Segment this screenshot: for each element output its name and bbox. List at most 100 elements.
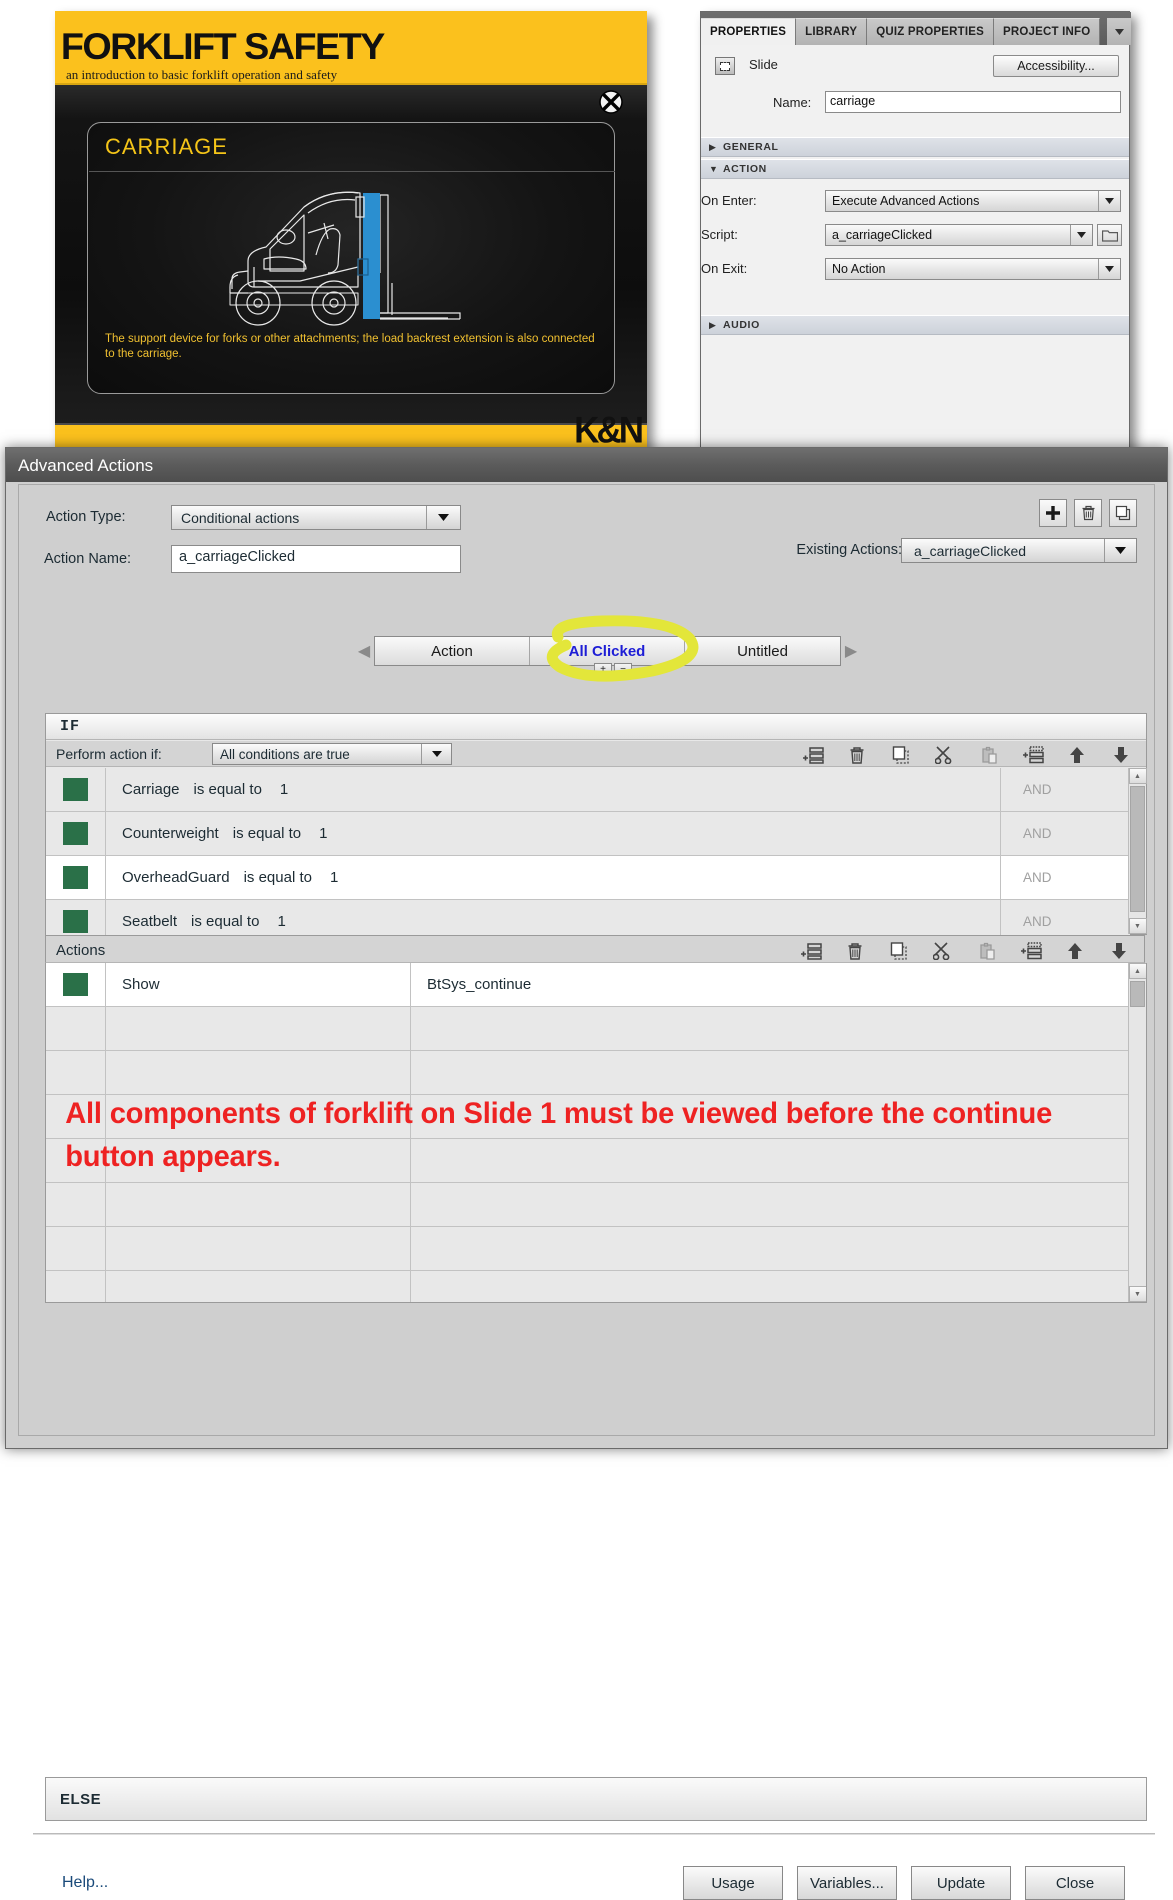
arrow-down-icon[interactable] [1110, 744, 1132, 765]
tab-all-clicked[interactable]: All Clicked [530, 637, 685, 665]
usage-button[interactable]: Usage [683, 1866, 783, 1900]
perform-action-if-value: All conditions are true [220, 746, 350, 762]
condition-variable: OverheadGuard [122, 869, 230, 886]
trash-icon[interactable] [846, 744, 868, 765]
scrollbar-thumb[interactable] [1130, 981, 1145, 1007]
table-row[interactable] [46, 1051, 1146, 1095]
on-enter-select[interactable]: Execute Advanced Actions [825, 190, 1121, 212]
chevron-down-icon[interactable] [1107, 18, 1131, 45]
table-row[interactable] [46, 1183, 1146, 1227]
chevron-down-icon[interactable] [426, 506, 460, 529]
condition-value: 1 [279, 781, 289, 798]
add-action-button[interactable] [1039, 499, 1067, 527]
script-select[interactable]: a_carriageClicked [825, 224, 1093, 246]
slide-name-input[interactable]: carriage [825, 91, 1121, 113]
add-row-icon[interactable] [800, 940, 822, 961]
action-type-select[interactable]: Conditional actions [171, 505, 461, 530]
properties-panel-body: Slide Accessibility... Name: carriage ▶ … [701, 45, 1129, 470]
tab-quiz-properties[interactable]: QUIZ PROPERTIES [867, 18, 995, 45]
table-row[interactable]: Show BtSys_continue [46, 963, 1146, 1007]
trash-icon[interactable] [844, 940, 866, 961]
insert-row-icon[interactable] [1022, 744, 1044, 765]
if-label: IF [60, 718, 81, 735]
remove-tab-button[interactable]: − [614, 663, 632, 677]
scroll-down-button[interactable]: ▼ [1128, 918, 1147, 934]
action-target [411, 1051, 1146, 1094]
advanced-actions-dialog: Advanced Actions Action Type: Conditiona… [5, 447, 1168, 1900]
paste-icon[interactable] [978, 744, 1000, 765]
perform-action-if-select[interactable]: All conditions are true [212, 743, 452, 765]
chevron-down-icon[interactable] [1098, 191, 1120, 211]
tab-library[interactable]: LIBRARY [796, 18, 868, 45]
close-x-icon[interactable] [598, 89, 624, 115]
conditions-scrollbar[interactable]: ▲ ▼ [1128, 768, 1147, 934]
on-enter-row: On Enter: Execute Advanced Actions [701, 190, 1129, 213]
section-action[interactable]: ▼ ACTION [701, 159, 1129, 179]
add-tab-button[interactable]: + [594, 663, 612, 677]
slide-object-row: Slide Accessibility... [701, 55, 1129, 85]
table-row[interactable]: OverheadGuard is equal to 1 AND [46, 856, 1130, 900]
chevron-left-icon[interactable]: ◀ [354, 641, 374, 661]
table-row[interactable] [46, 1007, 1146, 1051]
copy-icon[interactable] [890, 744, 912, 765]
condition-value: 1 [319, 825, 328, 842]
insert-row-icon[interactable] [1020, 940, 1042, 961]
scissors-icon[interactable] [934, 744, 956, 765]
help-link[interactable]: Help... [62, 1874, 108, 1892]
duplicate-action-button[interactable] [1109, 499, 1137, 527]
table-row[interactable]: Carriage is equal to 1 AND [46, 768, 1130, 812]
on-enter-value: Execute Advanced Actions [832, 194, 980, 208]
slide-name-row: Name: carriage [701, 91, 1129, 117]
on-exit-select[interactable]: No Action [825, 258, 1121, 280]
chevron-down-icon[interactable] [421, 744, 451, 764]
add-row-icon[interactable] [802, 744, 824, 765]
chevron-down-icon[interactable] [1098, 259, 1120, 279]
variables-button[interactable]: Variables... [797, 1866, 897, 1900]
update-button[interactable]: Update [911, 1866, 1011, 1900]
scroll-up-button[interactable]: ▲ [1128, 768, 1147, 784]
action-status-cell [46, 1183, 106, 1226]
tab-project-info[interactable]: PROJECT INFO [994, 18, 1101, 45]
folder-icon[interactable] [1097, 224, 1122, 246]
scrollbar-thumb[interactable] [1130, 786, 1145, 912]
tab-action[interactable]: Action [375, 637, 530, 665]
actions-scrollbar[interactable]: ▲ ▼ [1128, 963, 1146, 1302]
table-row[interactable] [46, 1271, 1146, 1302]
chevron-right-icon[interactable]: ▶ [841, 641, 861, 661]
existing-actions-label: Existing Actions: [796, 542, 902, 558]
close-button[interactable]: Close [1025, 1866, 1125, 1900]
existing-actions-select[interactable]: a_carriageClicked [901, 538, 1137, 563]
table-row[interactable] [46, 1227, 1146, 1271]
advanced-actions-titlebar[interactable]: Advanced Actions [6, 448, 1167, 482]
chevron-down-icon[interactable] [1104, 539, 1136, 562]
section-general[interactable]: ▶ GENERAL [701, 137, 1129, 157]
action-target [411, 1183, 1146, 1226]
action-target: BtSys_continue [427, 976, 532, 993]
arrow-up-icon[interactable] [1064, 940, 1086, 961]
on-exit-value: No Action [832, 262, 886, 276]
condition-operator: is equal to [232, 825, 302, 842]
condition-tool-icons [802, 744, 1132, 765]
chevron-down-icon[interactable] [1070, 225, 1092, 245]
action-name-input[interactable]: a_carriageClicked [171, 545, 461, 573]
action-target [411, 1271, 1146, 1302]
scroll-down-button[interactable]: ▼ [1128, 1286, 1146, 1302]
tab-properties[interactable]: PROPERTIES [701, 18, 797, 45]
properties-tab-bar: PROPERTIES LIBRARY QUIZ PROPERTIES PROJE… [701, 12, 1131, 45]
section-general-label: GENERAL [723, 141, 779, 153]
tab-untitled[interactable]: Untitled [685, 637, 840, 665]
table-row[interactable]: Counterweight is equal to 1 AND [46, 812, 1130, 856]
scroll-up-button[interactable]: ▲ [1128, 963, 1146, 979]
arrow-up-icon[interactable] [1066, 744, 1088, 765]
paste-icon[interactable] [976, 940, 998, 961]
copy-icon[interactable] [888, 940, 910, 961]
action-status-cell [46, 963, 106, 1006]
condition-value: 1 [277, 913, 286, 930]
section-audio[interactable]: ▶ AUDIO [701, 315, 1129, 335]
arrow-down-icon[interactable] [1108, 940, 1130, 961]
delete-action-button[interactable] [1074, 499, 1102, 527]
actions-block: Actions Show BtSys_continue ▲ ▼ ELSE [45, 935, 1147, 1821]
action-status-cell [46, 1227, 106, 1270]
accessibility-button[interactable]: Accessibility... [993, 55, 1119, 77]
scissors-icon[interactable] [932, 940, 954, 961]
